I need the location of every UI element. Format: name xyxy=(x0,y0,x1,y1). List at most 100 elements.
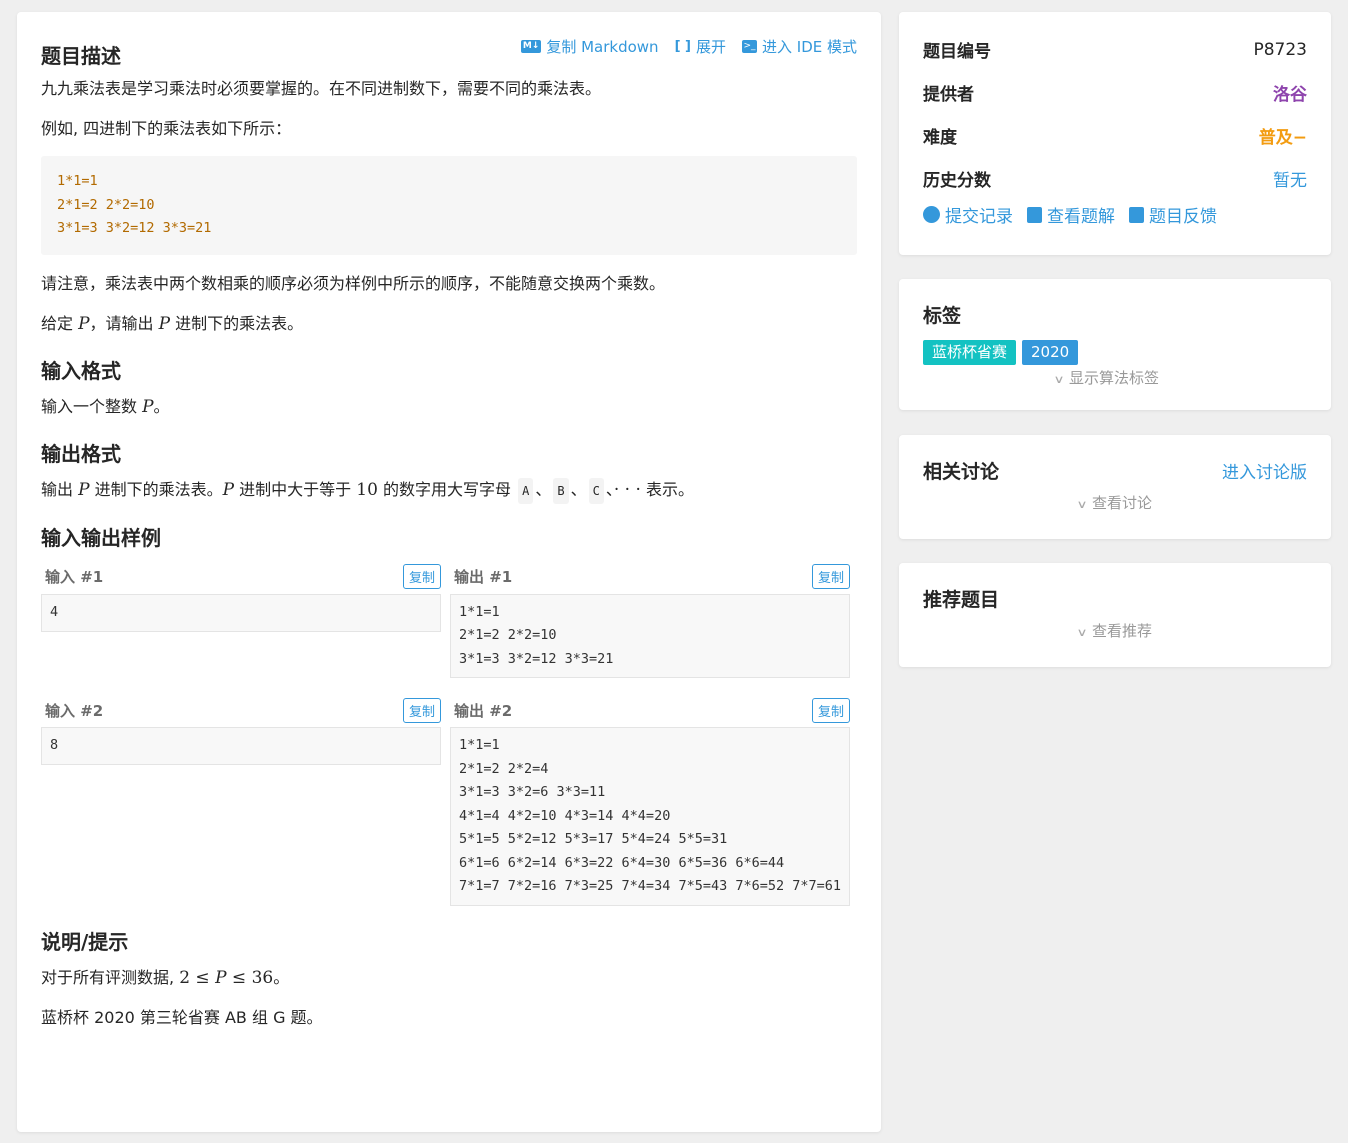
list-icon xyxy=(1129,206,1144,223)
output-format-title: 输出格式 xyxy=(41,441,121,466)
output-mid2: 进制中大于等于 xyxy=(234,479,357,499)
given-pre: 给定 xyxy=(41,313,79,333)
copy-markdown-label: 复制 Markdown xyxy=(546,38,659,56)
intro-text: 九九乘法表是学习乘法时必须要掌握的。在不同进制数下，需要不同的乘法表。 xyxy=(41,79,602,98)
tags-title: 标签 xyxy=(923,305,962,327)
info-key: 历史分数 xyxy=(923,171,991,191)
sep: 、 xyxy=(570,479,587,499)
var-p: P xyxy=(158,313,171,334)
provider-link[interactable]: 洛谷 xyxy=(1273,80,1307,105)
submissions-link[interactable]: 提交记录 xyxy=(923,202,1013,227)
min-value: 2 xyxy=(179,967,191,988)
problem-card: 题目描述 M↓ 复制 Markdown [ ] 展开 >_ 进入 IDE 模式 … xyxy=(17,12,881,1132)
view-recommend-label: 查看推荐 xyxy=(1092,622,1153,640)
given-post: 进制下的乘法表。 xyxy=(170,313,304,333)
tag-list: 蓝桥杯省赛 2020 xyxy=(923,340,1307,365)
problem-links: 提交记录 查看题解 题目反馈 xyxy=(923,202,1307,227)
input-format-title: 输入格式 xyxy=(41,358,121,383)
letter-a: A xyxy=(518,477,534,504)
chevron-down-icon: ∨ xyxy=(1076,498,1088,511)
output-format-text: 输出 P 进制下的乘法表。P 进制中大于等于 10 的数字用大写字母 A、 B、 C… xyxy=(41,477,857,504)
order-note-text: 请注意，乘法表中两个数相乘的顺序必须为样例中所示的顺序，不能随意交换两个乘数。 xyxy=(41,273,666,293)
var-p: P xyxy=(222,479,235,500)
sep: 、 xyxy=(535,479,552,499)
view-recommend-button[interactable]: ∨ 查看推荐 xyxy=(923,620,1307,641)
info-row-provider: 提供者 洛谷 xyxy=(923,71,1307,114)
sample-content: 1*1=1 2*1=2 2*2=10 3*1=3 3*2=12 3*3=21 xyxy=(450,593,850,678)
tag-year[interactable]: 2020 xyxy=(1022,340,1079,365)
sample-content: 4 xyxy=(41,593,441,632)
expand-icon: [ ] xyxy=(674,39,691,54)
le-sign: ≤ xyxy=(190,967,216,988)
output-pre: 输出 xyxy=(41,479,79,499)
info-key: 难度 xyxy=(923,128,957,148)
feedback-link[interactable]: 题目反馈 xyxy=(1129,202,1217,227)
copy-button[interactable]: 复制 xyxy=(811,564,850,589)
expand-label: 展开 xyxy=(695,38,726,56)
sample-input-2: 输入 #2 复制 8 xyxy=(41,696,441,906)
info-row-difficulty: 难度 普及− xyxy=(923,114,1307,157)
input-format-post: 。 xyxy=(153,396,170,416)
var-p: P xyxy=(142,396,154,417)
terminal-icon: >_ xyxy=(742,40,757,53)
given-mid: ，请输出 xyxy=(89,313,159,333)
output-post: 表示。 xyxy=(640,479,694,499)
copy-button[interactable]: 复制 xyxy=(811,697,850,723)
input-format-pre: 输入一个整数 xyxy=(41,396,143,416)
info-value: P8723 xyxy=(1253,39,1307,60)
score-value: 暂无 xyxy=(1273,171,1307,191)
difficulty-value: 普及− xyxy=(1258,128,1307,148)
sample-label: 输出 #1 xyxy=(454,568,513,586)
discussion-title: 相关讨论 xyxy=(923,461,1000,483)
sample-output-1: 输出 #1 复制 1*1=1 2*1=2 2*2=10 3*1=3 3*2=12 … xyxy=(450,563,850,678)
tags-card: 标签 蓝桥杯省赛 2020 ∨ 显示算法标签 xyxy=(899,279,1331,410)
solutions-link[interactable]: 查看题解 xyxy=(1027,202,1115,227)
problem-header: 题目描述 M↓ 复制 Markdown [ ] 展开 >_ 进入 IDE 模式 xyxy=(41,34,857,68)
example-intro-text: 例如, 四进制下的乘法表如下所示： xyxy=(41,119,292,138)
letter-c: C xyxy=(588,477,604,504)
recommend-card: 推荐题目 ∨ 查看推荐 xyxy=(899,563,1331,667)
sample-content: 8 xyxy=(41,727,441,765)
problem-description-title: 题目描述 xyxy=(41,44,121,68)
hint-source-text: 蓝桥杯 2020 第三轮省赛 AB 组 G 题。 xyxy=(41,1007,323,1027)
markdown-icon: M↓ xyxy=(520,40,542,53)
book-icon xyxy=(1027,206,1042,223)
le-sign: ≤ xyxy=(226,967,252,988)
samples-title: 输入输出样例 xyxy=(41,525,161,550)
ide-mode-label: 进入 IDE 模式 xyxy=(762,38,857,56)
feedback-label: 题目反馈 xyxy=(1149,207,1217,227)
hint-pre: 对于所有评测数据, xyxy=(41,967,180,987)
info-row-score: 历史分数 暂无 xyxy=(923,157,1307,200)
sample-input-1: 输入 #1 复制 4 xyxy=(41,563,441,679)
output-mid1: 进制下的乘法表。 xyxy=(89,479,223,499)
sample-label: 输入 #1 xyxy=(45,568,104,586)
problem-info-card: 题目编号 P8723 提供者 洛谷 难度 普及− 历史分数 暂无 提交记录 查看题解 题… xyxy=(899,12,1331,255)
tag-lanqiao[interactable]: 蓝桥杯省赛 xyxy=(923,340,1017,365)
info-key: 题目编号 xyxy=(923,42,991,62)
info-row-id: 题目编号 P8723 xyxy=(923,28,1307,71)
copy-button[interactable]: 复制 xyxy=(402,564,441,589)
enter-discussion-link[interactable]: 进入讨论版 xyxy=(1222,458,1307,483)
discussion-card: 相关讨论 进入讨论版 ∨ 查看讨论 xyxy=(899,435,1331,539)
expand-button[interactable]: [ ] 展开 xyxy=(675,36,726,57)
sample-output-2: 输出 #2 复制 1*1=1 2*1=2 2*2=4 3*1=3 3*2=6 3*… xyxy=(450,696,850,906)
number-ten: 10 xyxy=(356,479,378,500)
discussion-header: 相关讨论 进入讨论版 xyxy=(923,457,1307,484)
copy-markdown-button[interactable]: M↓ 复制 Markdown xyxy=(520,36,659,57)
show-algorithm-tags-button[interactable]: ∨ 显示算法标签 xyxy=(907,367,1307,388)
sample-content: 1*1=1 2*1=2 2*2=4 3*1=3 3*2=6 3*3=11 4*1… xyxy=(450,727,850,906)
problem-actions: M↓ 复制 Markdown [ ] 展开 >_ 进入 IDE 模式 xyxy=(520,36,857,57)
max-value: 36 xyxy=(251,967,274,988)
sample-label: 输入 #2 xyxy=(45,701,104,720)
submissions-label: 提交记录 xyxy=(945,207,1013,227)
view-discussion-button[interactable]: ∨ 查看讨论 xyxy=(923,492,1307,513)
samples-grid: 输入 #1 复制 4 输出 #1 复制 1*1=1 2*1=2 2*2=10 3*1… xyxy=(41,563,857,924)
output-mid3: 的数字用大写字母 xyxy=(377,479,517,499)
hint-title: 说明/提示 xyxy=(41,929,129,954)
ide-mode-button[interactable]: >_ 进入 IDE 模式 xyxy=(742,36,857,57)
info-key: 提供者 xyxy=(923,85,974,105)
solutions-label: 查看题解 xyxy=(1047,207,1115,227)
recommend-title: 推荐题目 xyxy=(923,589,1000,611)
copy-button[interactable]: 复制 xyxy=(402,697,441,723)
pie-chart-icon xyxy=(923,206,940,223)
